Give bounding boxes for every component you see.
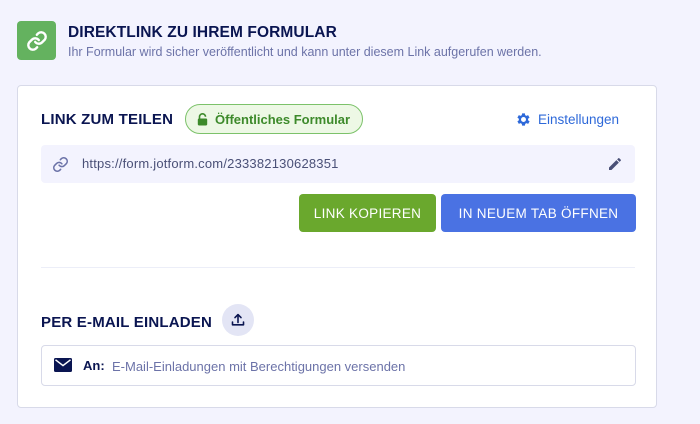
email-to-label: An: — [83, 358, 105, 373]
link-icon — [17, 21, 56, 60]
section-divider — [41, 267, 635, 268]
upload-icon — [231, 313, 245, 327]
envelope-icon — [54, 358, 72, 372]
open-new-tab-button[interactable]: IN NEUEM TAB ÖFFNEN — [441, 194, 636, 232]
upload-contacts-button[interactable] — [222, 304, 254, 336]
page-subtitle: Ihr Formular wird sicher veröffentlicht … — [68, 45, 542, 59]
lock-icon — [197, 112, 208, 126]
share-link-title: LINK ZUM TEILEN — [41, 111, 174, 128]
share-card: LINK ZUM TEILEN Öffentliches Formular Ei… — [17, 85, 657, 408]
email-invite-title: PER E-MAIL EINLADEN — [41, 314, 213, 331]
settings-link[interactable]: Einstellungen — [515, 111, 619, 128]
email-recipients-input[interactable] — [112, 354, 612, 378]
share-url-text[interactable]: https://form.jotform.com/233382130628351 — [82, 156, 339, 171]
public-form-badge-label: Öffentliches Formular — [215, 111, 351, 127]
share-url-field[interactable]: https://form.jotform.com/233382130628351 — [41, 145, 635, 183]
direct-link-header: DIREKTLINK ZU IHREM FORMULAR Ihr Formula… — [17, 20, 677, 64]
email-invite-field: An: — [41, 345, 636, 386]
page-title: DIREKTLINK ZU IHREM FORMULAR — [68, 24, 337, 41]
chain-link-icon — [52, 156, 69, 173]
gear-icon — [515, 111, 532, 128]
public-form-badge[interactable]: Öffentliches Formular — [185, 104, 364, 134]
settings-label: Einstellungen — [537, 112, 619, 127]
pencil-icon[interactable] — [607, 156, 623, 172]
copy-link-button[interactable]: LINK KOPIEREN — [299, 194, 436, 232]
